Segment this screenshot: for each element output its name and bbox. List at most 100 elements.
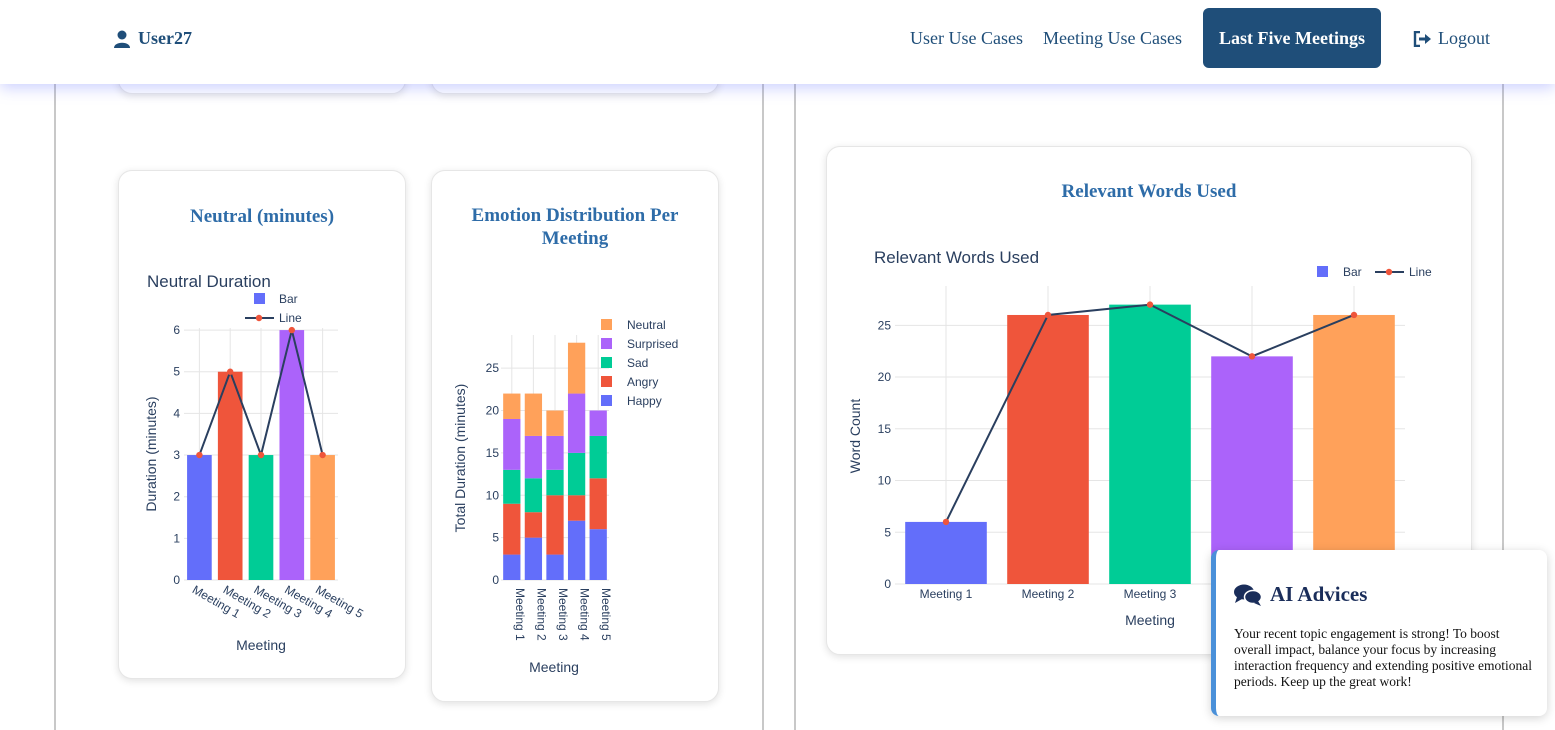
- username: User27: [138, 28, 192, 48]
- x-tick-label: Meeting 3: [556, 588, 570, 641]
- y-tick-label: 15: [486, 446, 500, 460]
- neutral-duration-chart: Neutral Duration0123456Meeting 1Meeting …: [143, 272, 366, 653]
- stacked-bar-segment: [567, 342, 586, 394]
- x-tick-label: Meeting 2: [534, 588, 548, 641]
- user-icon: [114, 30, 130, 48]
- bar: [1109, 304, 1191, 584]
- legend-label-bar: Bar: [279, 292, 298, 306]
- stacked-bar-segment: [503, 554, 521, 580]
- bar: [310, 455, 335, 580]
- stacked-bar-segment: [589, 410, 607, 436]
- x-tick-label: Meeting 1: [920, 587, 973, 601]
- y-tick-label: 5: [492, 531, 499, 545]
- legend-swatch: [601, 395, 612, 406]
- chart-title: Relevant Words Used: [874, 248, 1039, 267]
- y-tick-label: 0: [884, 577, 891, 591]
- stacked-bar-segment: [546, 435, 564, 470]
- legend-label: Happy: [627, 394, 662, 408]
- stacked-bar-segment: [503, 418, 521, 470]
- bar: [187, 455, 212, 580]
- x-tick-label: Meeting 4: [578, 588, 592, 641]
- line-marker: [288, 326, 295, 334]
- ai-advice-header: AI Advices: [1234, 582, 1367, 607]
- stacked-bar-segment: [524, 537, 543, 580]
- y-tick-label: 5: [173, 365, 180, 379]
- line-marker: [257, 451, 265, 459]
- logout-icon: [1413, 30, 1431, 47]
- stacked-bar-segment: [546, 495, 564, 555]
- y-tick-label: 0: [492, 573, 499, 587]
- stacked-bar-segment: [567, 393, 586, 453]
- y-tick-label: 5: [884, 525, 891, 539]
- y-tick-label: 1: [173, 531, 180, 545]
- y-tick-label: 10: [878, 474, 892, 488]
- bar: [217, 371, 243, 580]
- legend-label: Surprised: [627, 337, 678, 351]
- ai-advice-title: AI Advices: [1270, 582, 1368, 606]
- chart-title: Neutral Duration: [147, 272, 271, 291]
- y-tick-label: 25: [878, 318, 892, 332]
- y-tick-label: 2: [173, 490, 180, 504]
- legend-swatch: [601, 338, 612, 349]
- bar: [905, 521, 987, 584]
- user-profile[interactable]: User27: [114, 28, 192, 49]
- line-marker: [942, 518, 950, 526]
- line-marker: [227, 368, 234, 375]
- legend-swatch-bar: [254, 293, 265, 304]
- x-axis-title: Meeting: [1125, 612, 1175, 628]
- legend-label: Angry: [627, 375, 658, 389]
- legend-label: Sad: [627, 356, 648, 370]
- y-tick-label: 25: [486, 361, 500, 375]
- stacked-bar-segment: [546, 554, 564, 580]
- stacked-bar-segment: [546, 410, 564, 436]
- y-axis-title: Duration (minutes): [143, 396, 159, 511]
- stacked-bar-segment: [524, 435, 543, 479]
- x-axis-title: Meeting: [236, 637, 286, 653]
- y-tick-label: 15: [878, 422, 892, 436]
- line-marker: [1248, 353, 1256, 360]
- nav-link-user-use-cases[interactable]: User Use Cases: [910, 28, 1023, 49]
- x-tick-label: Meeting 3: [1124, 587, 1177, 601]
- bar: [1007, 314, 1089, 584]
- bar: [248, 455, 274, 580]
- stacked-bar-segment: [524, 393, 543, 436]
- y-tick-label: 3: [173, 448, 180, 462]
- legend-swatch: [601, 376, 612, 387]
- logout-button[interactable]: Logout: [1413, 28, 1490, 49]
- emotion-distribution-chart: 0 5 10 15 20 25 Meeting 1 Meeting 2 Meeting 3 Mee…: [452, 318, 678, 675]
- stacked-bar-segment: [524, 512, 543, 538]
- legend-marker-line: [255, 314, 263, 322]
- stacked-bar-segment: [503, 469, 521, 504]
- legend-label-line: Line: [279, 311, 302, 325]
- stacked-bar-segment: [567, 452, 586, 496]
- stacked-bar-segment: [524, 478, 543, 513]
- legend-label-line: Line: [1409, 265, 1432, 279]
- y-axis-title: Total Duration (minutes): [452, 384, 468, 533]
- legend-swatch: [601, 319, 612, 330]
- nav-link-meeting-use-cases[interactable]: Meeting Use Cases: [1043, 28, 1182, 49]
- top-navbar: User27 User Use Cases Meeting Use Cases …: [0, 0, 1555, 84]
- stacked-bar-segment: [503, 393, 521, 419]
- y-tick-label: 10: [486, 488, 500, 502]
- line-marker: [1146, 301, 1154, 308]
- line-marker: [1044, 311, 1052, 319]
- logout-label: Logout: [1438, 28, 1490, 48]
- legend-label: Neutral: [627, 318, 666, 332]
- legend-marker-line: [1385, 268, 1393, 276]
- y-tick-label: 4: [173, 406, 180, 420]
- y-tick-label: 0: [173, 573, 180, 587]
- x-tick-label: Meeting 2: [1022, 587, 1075, 601]
- legend-label-bar: Bar: [1343, 265, 1362, 279]
- x-tick-label: Meeting 5: [599, 588, 613, 641]
- chat-bubbles-icon: [1234, 584, 1262, 606]
- nav-link-last-five-meetings[interactable]: Last Five Meetings: [1203, 8, 1381, 68]
- stacked-bar-segment: [546, 469, 564, 496]
- x-axis-title: Meeting: [529, 659, 579, 675]
- stacked-bar-segment: [567, 520, 586, 580]
- y-tick-label: 20: [878, 370, 892, 384]
- x-tick-label: Meeting 1: [513, 588, 527, 641]
- line-marker: [319, 451, 326, 459]
- ai-advice-text: Your recent topic engagement is strong! …: [1234, 626, 1533, 689]
- stacked-bar-segment: [503, 503, 521, 555]
- stacked-bar-segment: [567, 495, 586, 521]
